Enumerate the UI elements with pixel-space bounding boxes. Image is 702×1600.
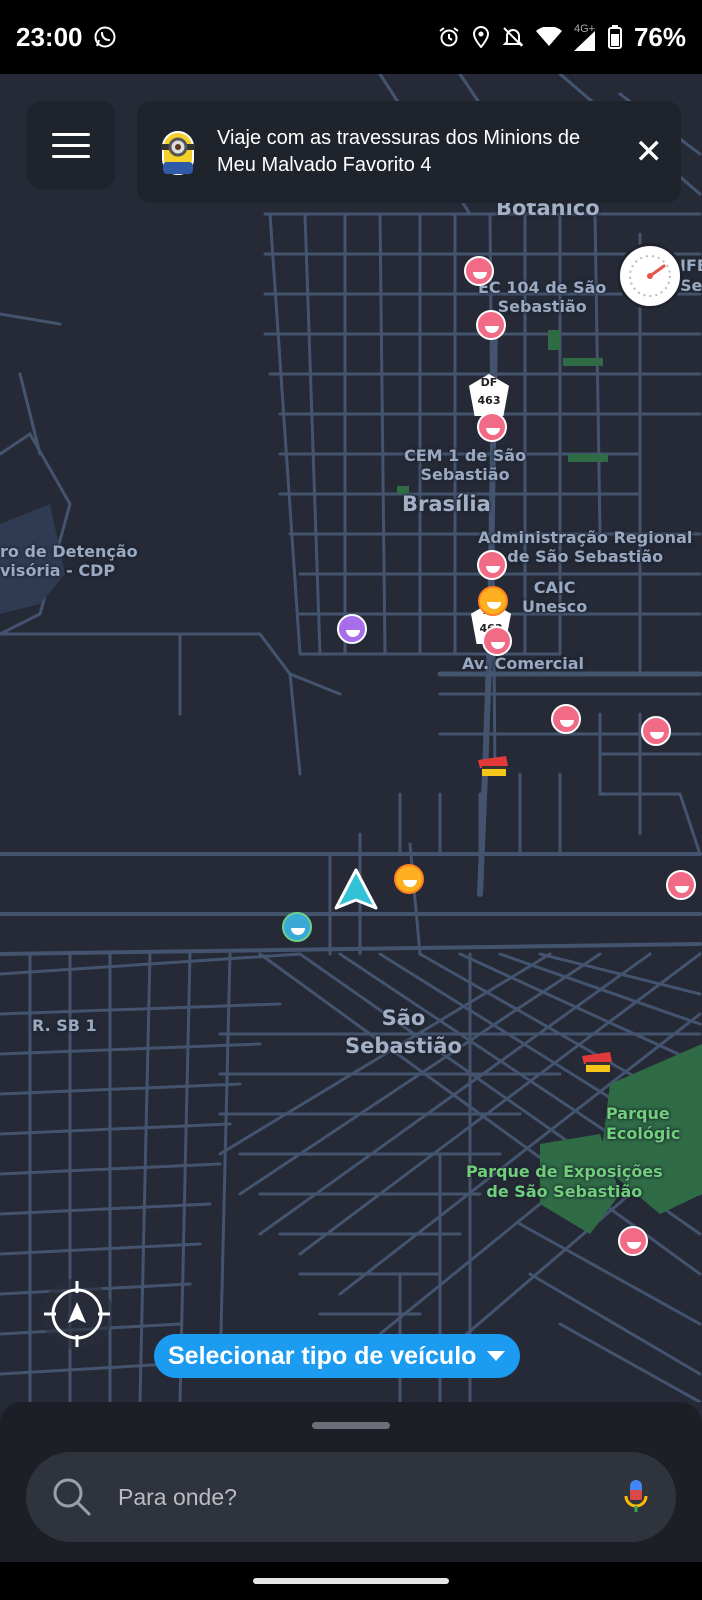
- label-cdp: ro de Detenção visória - CDP: [0, 542, 138, 580]
- wazer-icon[interactable]: [394, 864, 424, 894]
- wazer-icon[interactable]: [477, 550, 507, 580]
- police-report-icon[interactable]: [476, 754, 510, 780]
- wazer-icon[interactable]: [477, 412, 507, 442]
- menu-button[interactable]: [27, 101, 115, 189]
- gauge-icon: [629, 255, 671, 297]
- signal-icon: 4G+: [573, 23, 596, 51]
- recenter-button[interactable]: [38, 1275, 116, 1353]
- drag-handle[interactable]: [312, 1422, 390, 1429]
- compass-icon: [41, 1278, 113, 1350]
- police-report-icon[interactable]: [580, 1050, 614, 1076]
- search-input[interactable]: Para onde?: [118, 1484, 622, 1511]
- current-position-arrow-icon: [334, 868, 378, 910]
- minion-icon: [161, 131, 195, 175]
- label-caic: CAIC Unesco: [522, 578, 588, 616]
- label-ec104: EC 104 de São Sebastião: [478, 278, 607, 316]
- wazer-icon[interactable]: [478, 586, 508, 616]
- microphone-icon[interactable]: [622, 1478, 650, 1516]
- clock: 23:00: [16, 21, 83, 52]
- wazer-icon[interactable]: [482, 626, 512, 656]
- dropdown-arrow-icon: [487, 1351, 506, 1361]
- label-parque-exposicoes: Parque de Exposições de São Sebastião: [466, 1162, 663, 1201]
- wazer-icon[interactable]: [476, 310, 506, 340]
- label-sao-sebastiao: São Sebastião: [345, 1006, 462, 1058]
- whatsapp-icon: [93, 25, 117, 49]
- label-brasilia: Brasília: [402, 492, 491, 516]
- hamburger-line: [52, 132, 90, 136]
- home-gesture-bar[interactable]: [253, 1578, 449, 1584]
- wazer-icon[interactable]: [551, 704, 581, 734]
- wazer-icon[interactable]: [666, 870, 696, 900]
- label-rsb1: R. SB 1: [32, 1016, 97, 1035]
- select-vehicle-type-label: Selecionar tipo de veículo: [168, 1341, 477, 1370]
- label-av-comercial: Av. Comercial: [462, 654, 584, 673]
- search-icon: [53, 1478, 91, 1516]
- label-cem1: CEM 1 de São Sebastião: [404, 446, 527, 484]
- wifi-icon: [535, 27, 562, 47]
- bottom-sheet[interactable]: Para onde?: [0, 1402, 702, 1562]
- wazer-icon[interactable]: [641, 716, 671, 746]
- alarm-icon: [438, 26, 460, 48]
- select-vehicle-type-button[interactable]: Selecionar tipo de veículo: [154, 1334, 521, 1378]
- wazer-icon[interactable]: [464, 256, 494, 286]
- promo-banner[interactable]: Viaje com as travessuras dos Minions de …: [137, 101, 681, 203]
- bell-off-icon: [502, 26, 524, 48]
- close-icon[interactable]: ✕: [635, 135, 664, 169]
- label-admin-regional: Administração Regional de São Sebastião: [478, 528, 693, 566]
- hamburger-line: [52, 154, 90, 158]
- wazer-icon[interactable]: [337, 614, 367, 644]
- wazer-icon[interactable]: [618, 1226, 648, 1256]
- promo-banner-text: Viaje com as travessuras dos Minions de …: [217, 127, 581, 176]
- system-navigation-bar: [0, 1562, 702, 1600]
- battery-icon: [607, 25, 622, 49]
- label-ifb: IFB Seb: [680, 256, 702, 295]
- location-icon: [472, 26, 490, 48]
- label-parque-ecologico: Parque Ecológic: [606, 1104, 681, 1143]
- road-network: [0, 74, 702, 1402]
- battery-percent: 76%: [633, 21, 686, 52]
- speedometer-icon[interactable]: [617, 243, 683, 309]
- status-bar: 23:00 4G+ 76%: [0, 0, 702, 74]
- wazer-icon[interactable]: [282, 912, 312, 942]
- search-bar[interactable]: Para onde?: [26, 1452, 676, 1542]
- map-view[interactable]: Botânico EC 104 de São Sebastião IFB Seb…: [0, 74, 702, 1402]
- hamburger-line: [52, 143, 90, 147]
